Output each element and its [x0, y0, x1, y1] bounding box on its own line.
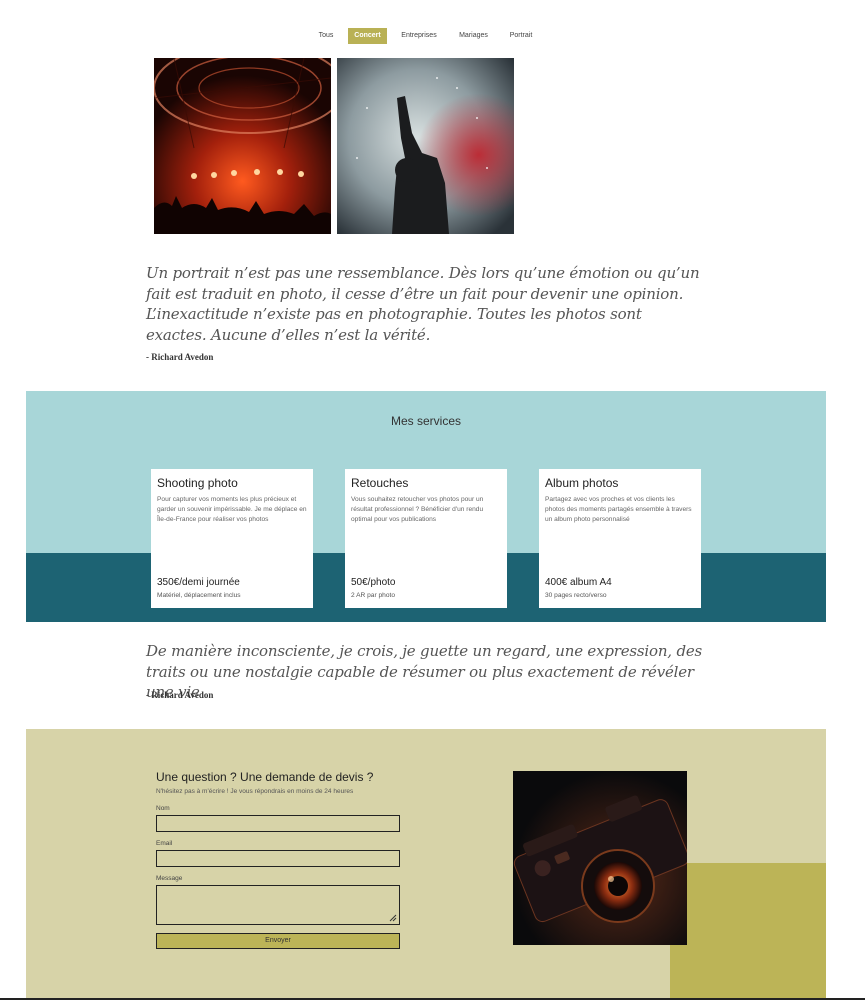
quote-text: De manière inconsciente, je crois, je gu… — [146, 642, 703, 701]
service-card-shooting: Shooting photo Pour capturer vos moments… — [151, 469, 313, 608]
service-card-price: 350€/demi journée — [157, 577, 240, 588]
submit-button[interactable]: Envoyer — [156, 933, 400, 949]
filter-entreprises[interactable]: Entreprises — [397, 28, 441, 44]
filter-mariages[interactable]: Mariages — [455, 28, 492, 44]
service-card-note: 30 pages recto/verso — [545, 592, 607, 599]
service-card-album: Album photos Partagez avec vos proches e… — [539, 469, 701, 608]
email-field[interactable] — [156, 850, 400, 867]
contact-accent-block — [670, 863, 826, 1000]
name-field[interactable] — [156, 815, 400, 832]
gallery-filters: Tous Concert Entreprises Mariages Portra… — [0, 28, 865, 44]
filter-tous[interactable]: Tous — [313, 28, 339, 44]
service-card-price: 50€/photo — [351, 577, 396, 588]
filter-concert[interactable]: Concert — [348, 28, 387, 44]
resize-handle-icon[interactable] — [389, 914, 397, 922]
service-card-description: Vous souhaitez retoucher vos photos pour… — [351, 496, 484, 523]
service-card-retouches: Retouches Vous souhaitez retoucher vos p… — [345, 469, 507, 608]
services-title: Mes services — [390, 414, 461, 428]
service-card-note: Matériel, déplacement inclus — [157, 592, 241, 599]
filter-portrait[interactable]: Portrait — [505, 28, 537, 44]
service-card-title: Album photos — [545, 476, 619, 490]
quote-author: - Richard Avedon — [146, 690, 214, 700]
service-card-price: 400€ album A4 — [545, 577, 612, 588]
quote-author: - Richard Avedon — [146, 352, 214, 362]
service-card-description: Partagez avec vos proches et vos clients… — [545, 496, 692, 523]
concert-stage-photo[interactable] — [154, 58, 331, 234]
contact-title: Une question ? Une demande de devis ? — [156, 770, 374, 784]
quote-text: Un portrait n’est pas une ressemblance. … — [146, 264, 700, 344]
contact-subtitle: N'hésitez pas à m'écrire ! Je vous répon… — [156, 788, 354, 795]
service-card-title: Shooting photo — [157, 476, 238, 490]
service-card-note: 2 AR par photo — [351, 592, 395, 599]
name-label: Nom — [156, 805, 170, 812]
concert-crowd-photo[interactable] — [337, 58, 514, 234]
message-field[interactable] — [156, 885, 400, 925]
message-label: Message — [156, 875, 183, 882]
camera-photo — [513, 771, 687, 945]
email-label: Email — [156, 840, 173, 847]
service-card-description: Pour capturer vos moments les plus préci… — [157, 496, 307, 523]
service-card-title: Retouches — [351, 476, 409, 490]
